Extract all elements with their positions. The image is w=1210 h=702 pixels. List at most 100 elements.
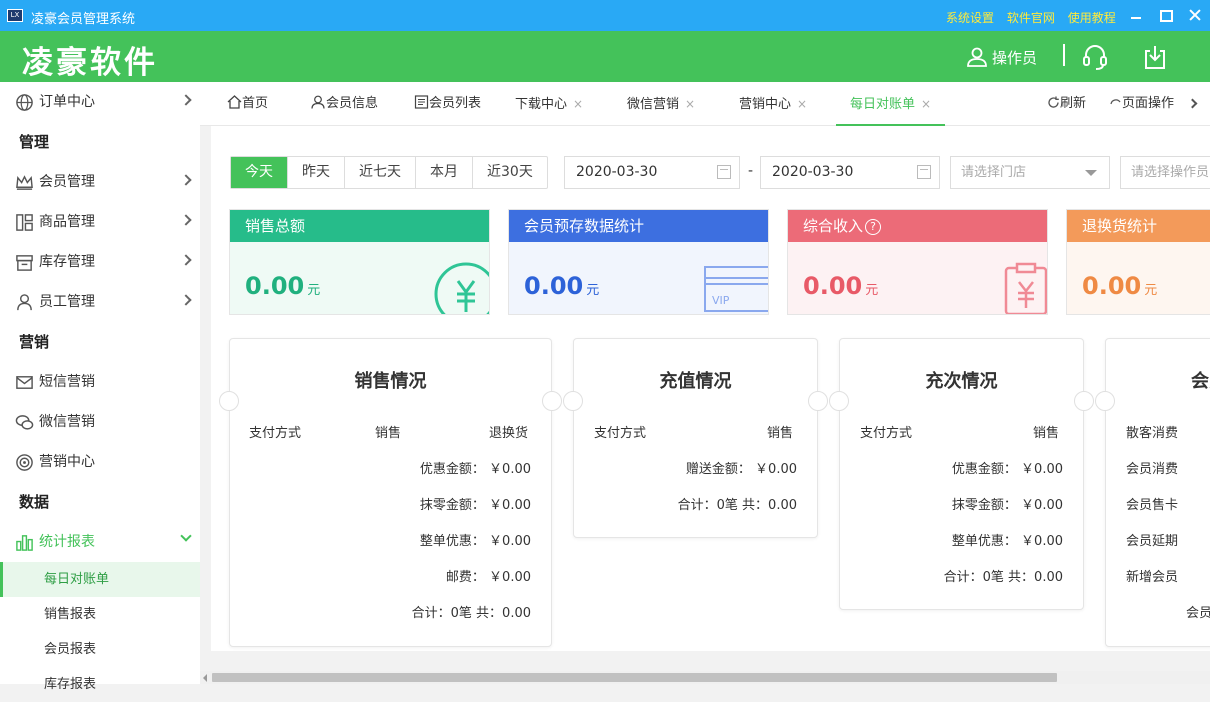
calendar-icon [917, 165, 931, 179]
card-notch [829, 391, 849, 411]
end-date-input[interactable]: 2020-03-30 [760, 156, 940, 189]
home-icon [227, 95, 242, 109]
close-icon[interactable]: × [573, 97, 583, 111]
member-total-label: 会员 [1186, 606, 1210, 621]
stat-value: 0.00 元 [1082, 272, 1158, 300]
operator-menu[interactable]: 操作员 [966, 47, 1037, 68]
sidebar-item-product-manage[interactable]: 商品管理 [0, 202, 200, 242]
refresh-button[interactable]: 刷新 [1047, 82, 1086, 126]
total-row: 合计：0笔 共：0.00 [411, 606, 531, 621]
minimize-button[interactable] [1126, 5, 1146, 25]
statement-panel: 今天 昨天 近七天 本月 近30天 2020-03-30 - 2020-03-3… [211, 126, 1210, 651]
tab-wechat-marketing[interactable]: 微信营销 × [627, 82, 695, 126]
card-notch [1074, 391, 1094, 411]
start-date-input[interactable]: 2020-03-30 [564, 156, 740, 189]
rounding-amount-row: 抹零金额： ￥0.00 [951, 498, 1063, 513]
tab-label: 微信营销 [627, 97, 680, 112]
header-returns: 退换货 [488, 426, 528, 441]
sidebar-item-wechat-marketing[interactable]: 微信营销 [0, 402, 200, 442]
headset-icon[interactable] [1081, 43, 1109, 71]
range-today-button[interactable]: 今天 [231, 157, 288, 188]
sidebar-sub-sales-report[interactable]: 销售报表 [0, 597, 200, 632]
operator-placeholder: 请选择操作员 [1131, 165, 1210, 180]
tab-member-list[interactable]: 会员列表 [414, 82, 481, 126]
sidebar-item-label: 短信营销 [39, 374, 95, 390]
page-operations-button[interactable]: 页面操作 [1109, 82, 1174, 126]
operator-select[interactable]: 请选择操作员 [1120, 156, 1210, 189]
times-summary-card: 充次情况 支付方式 销售 优惠金额： ￥0.00 抹零金额： ￥0.00 整单优… [829, 338, 1094, 610]
member-card-sales-label: 会员售卡 [1126, 498, 1179, 513]
sidebar-item-reports[interactable]: 统计报表 [0, 522, 200, 562]
sidebar-item-stock-manage[interactable]: 库存管理 [0, 242, 200, 282]
operator-label: 操作员 [992, 49, 1038, 67]
clipboard-yuan-icon [1004, 262, 1047, 314]
sidebar-item-order-center[interactable]: 订单中心 [0, 82, 200, 122]
sidebar-item-member-manage[interactable]: 会员管理 [0, 162, 200, 202]
chevron-down-icon [180, 530, 192, 542]
sidebar-sub-member-report[interactable]: 会员报表 [0, 632, 200, 667]
chevron-right-icon [180, 214, 192, 226]
sidebar-sub-stock-report[interactable]: 库存报表 [0, 667, 200, 702]
sales-summary-card: 销售情况 支付方式 销售 退换货 优惠金额： ￥0.00 抹零金额： ￥0.00… [219, 338, 562, 647]
tab-bar: 首页 会员信息 会员列表 下载中心 × 微信营销 × 营销中心 × 每日对账单 × 刷新… [200, 82, 1210, 126]
tab-marketing-center[interactable]: 营销中心 × [739, 82, 807, 126]
range-7days-button[interactable]: 近七天 [345, 157, 416, 188]
tab-scroll-right-button[interactable] [1187, 82, 1202, 126]
user-icon [311, 95, 325, 109]
globe-icon [16, 94, 33, 111]
range-month-button[interactable]: 本月 [416, 157, 473, 188]
store-placeholder: 请选择门店 [961, 165, 1027, 180]
member-consumption-label: 会员消费 [1126, 462, 1179, 477]
box-icon [16, 255, 33, 271]
date-separator: - [748, 163, 754, 179]
range-yesterday-button[interactable]: 昨天 [288, 157, 345, 188]
tutorial-link[interactable]: 使用教程 [1068, 11, 1116, 25]
card-notch [219, 391, 239, 411]
grid-icon [16, 214, 33, 231]
close-icon[interactable]: × [685, 97, 695, 111]
horizontal-scrollbar[interactable] [200, 671, 1210, 684]
tab-member-info[interactable]: 会员信息 [310, 82, 378, 126]
close-window-button[interactable] [1185, 5, 1205, 25]
stat-member-deposit: 会员预存数据统计 0.00 元 VIP [508, 209, 769, 315]
maximize-button[interactable] [1155, 5, 1175, 25]
end-date-value: 2020-03-30 [772, 164, 854, 180]
close-icon[interactable]: × [921, 97, 931, 111]
header-sales: 销售 [375, 426, 402, 441]
tab-label: 会员列表 [429, 96, 482, 111]
sidebar-item-marketing-center[interactable]: 营销中心 [0, 442, 200, 482]
chevron-right-icon [180, 174, 192, 186]
card-title: 会员 [1191, 371, 1210, 392]
mail-icon [16, 376, 33, 389]
app-icon: LX [7, 9, 23, 22]
vip-card-icon: VIP [704, 266, 768, 312]
store-select[interactable]: 请选择门店 [950, 156, 1110, 189]
sidebar-item-sms-marketing[interactable]: 短信营销 [0, 362, 200, 402]
chevron-right-icon [1187, 98, 1198, 109]
tab-daily-statement[interactable]: 每日对账单 × [836, 82, 946, 126]
range-30days-button[interactable]: 近30天 [473, 157, 547, 188]
close-icon[interactable]: × [797, 97, 807, 111]
sidebar-sub-daily-statement[interactable]: 每日对账单 [0, 562, 200, 597]
rotate-icon [1110, 99, 1121, 105]
sidebar-item-staff-manage[interactable]: 员工管理 [0, 282, 200, 322]
help-icon[interactable]: ? [865, 219, 882, 235]
brand-logo: 凌豪软件 [22, 45, 158, 81]
scroll-left-arrow-icon[interactable] [203, 674, 207, 682]
discount-amount-row: 优惠金额： ￥0.00 [951, 462, 1063, 477]
person-icon [17, 294, 32, 311]
scrollbar-thumb[interactable] [212, 673, 1057, 682]
system-settings-link[interactable]: 系统设置 [946, 11, 994, 25]
download-icon[interactable] [1141, 43, 1169, 71]
tab-download-center[interactable]: 下载中心 × [515, 82, 583, 126]
tab-home[interactable]: 首页 [227, 82, 268, 126]
official-site-link[interactable]: 软件官网 [1007, 11, 1055, 25]
walk-in-consumption-label: 散客消费 [1126, 426, 1179, 441]
start-date-value: 2020-03-30 [576, 164, 658, 180]
card-title: 充值情况 [659, 371, 732, 392]
sidebar-category-marketing: 营销 [19, 333, 50, 351]
stat-title: 退换货统计 [1067, 210, 1210, 242]
sidebar-item-label: 员工管理 [39, 294, 95, 310]
discount-amount-row: 优惠金额： ￥0.00 [419, 462, 531, 477]
sidebar-item-label: 会员管理 [39, 174, 95, 190]
